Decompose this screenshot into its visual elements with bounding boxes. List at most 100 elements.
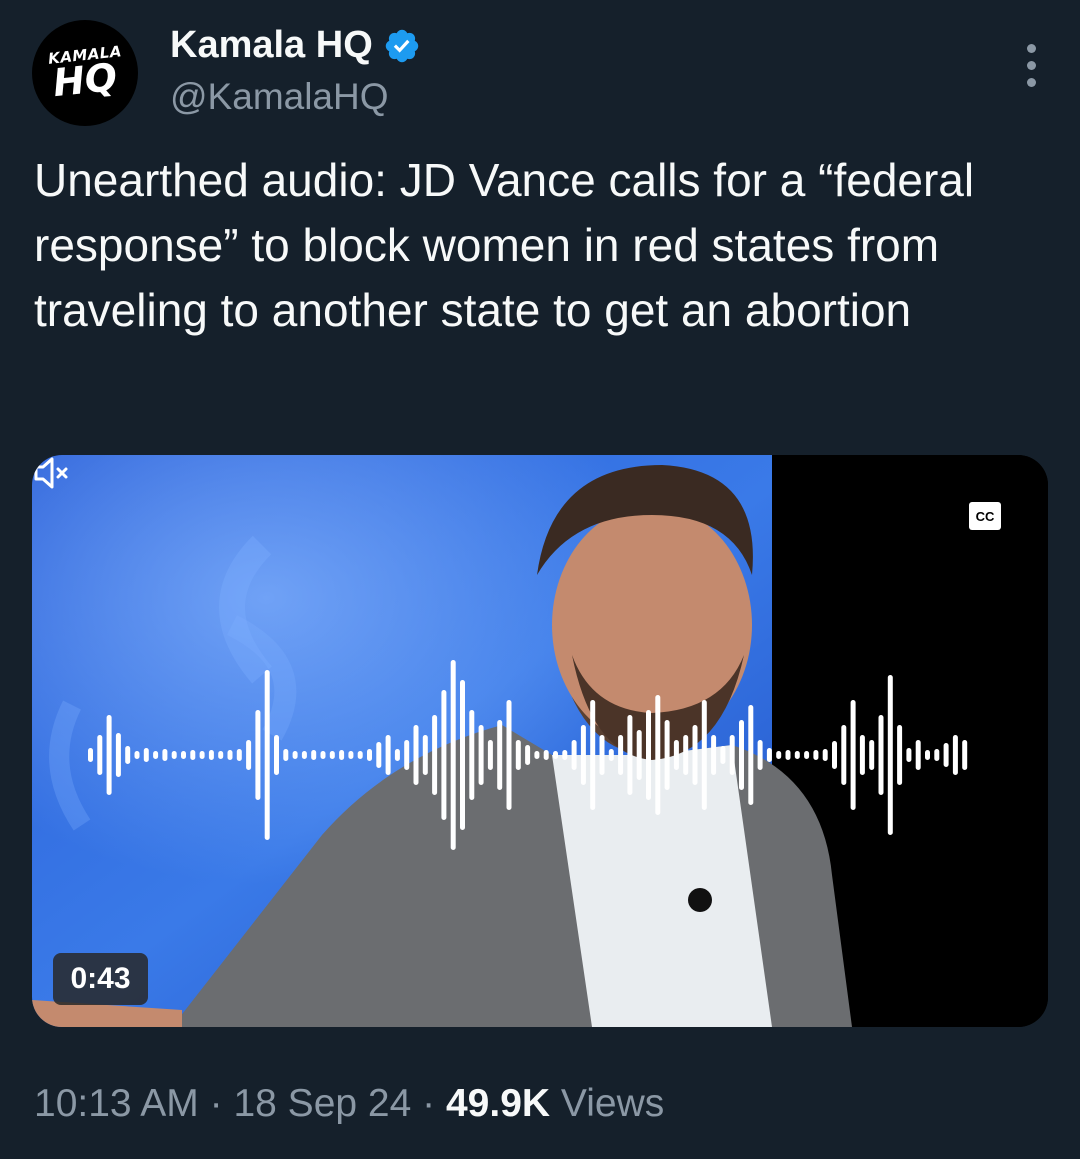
tweet-meta: 10:13 AM · 18 Sep 24 · 49.9K Views bbox=[34, 1082, 664, 1126]
video-duration: 0:43 bbox=[53, 953, 148, 1005]
display-name[interactable]: Kamala HQ bbox=[170, 24, 373, 67]
waveform-bar bbox=[255, 710, 261, 800]
waveform-bar bbox=[906, 748, 912, 762]
tweet-header: KAMALA HQ Kamala HQ @KamalaHQ bbox=[32, 20, 1048, 130]
waveform-bar bbox=[506, 700, 512, 810]
waveform-bar bbox=[404, 740, 410, 770]
waveform-bar bbox=[915, 740, 921, 770]
waveform-bar bbox=[301, 751, 307, 759]
waveform-bar bbox=[711, 735, 717, 775]
waveform-bar bbox=[376, 742, 382, 768]
waveform-bar bbox=[729, 735, 735, 775]
waveform-bar bbox=[553, 751, 558, 759]
waveform-bar bbox=[720, 746, 726, 764]
more-options-icon[interactable] bbox=[1024, 44, 1038, 90]
waveform-bar bbox=[274, 735, 279, 775]
waveform-bar bbox=[878, 715, 884, 795]
waveform-bar bbox=[832, 741, 837, 769]
audio-waveform bbox=[88, 660, 968, 850]
closed-captions-button[interactable]: CC bbox=[969, 502, 1001, 530]
verified-badge-icon bbox=[385, 29, 418, 62]
waveform-bar bbox=[367, 749, 372, 761]
waveform-bar bbox=[106, 715, 112, 795]
waveform-bar bbox=[115, 733, 121, 777]
waveform-bar bbox=[701, 700, 707, 810]
tweet-date[interactable]: 18 Sep 24 bbox=[233, 1082, 411, 1125]
waveform-bar bbox=[357, 751, 363, 759]
waveform-bar bbox=[776, 751, 782, 759]
waveform-bar bbox=[869, 740, 875, 770]
waveform-bar bbox=[804, 751, 810, 759]
name-row: Kamala HQ bbox=[170, 24, 421, 67]
waveform-bar bbox=[143, 748, 149, 762]
waveform-bar bbox=[952, 735, 958, 775]
waveform-bar bbox=[813, 750, 819, 760]
waveform-bar bbox=[757, 740, 763, 770]
waveform-bar bbox=[683, 735, 689, 775]
waveform-bar bbox=[841, 725, 847, 785]
waveform-bar bbox=[432, 715, 438, 795]
waveform-bar bbox=[190, 750, 196, 760]
video-player[interactable]: CC 0:43 bbox=[32, 455, 1048, 1027]
waveform-bar bbox=[887, 675, 893, 835]
waveform-bar bbox=[227, 750, 233, 760]
waveform-bar bbox=[822, 749, 828, 761]
waveform-bar bbox=[850, 700, 856, 810]
waveform-bar bbox=[292, 751, 298, 759]
views-count[interactable]: 49.9K bbox=[446, 1082, 550, 1125]
waveform-bar bbox=[88, 748, 93, 762]
waveform-bar bbox=[673, 740, 679, 770]
waveform-bar bbox=[283, 749, 289, 761]
waveform-bar bbox=[469, 710, 475, 800]
waveform-bar bbox=[394, 749, 400, 761]
avatar-text-large: HQ bbox=[50, 54, 120, 106]
waveform-bar bbox=[218, 751, 224, 759]
tweet-time[interactable]: 10:13 AM bbox=[34, 1082, 199, 1125]
tweet-text: Unearthed audio: JD Vance calls for a “f… bbox=[34, 154, 975, 336]
waveform-bar bbox=[208, 750, 214, 760]
muted-volume-icon[interactable] bbox=[32, 455, 72, 491]
waveform-bar bbox=[599, 735, 605, 775]
waveform-bar bbox=[590, 700, 596, 810]
waveform-bar bbox=[766, 748, 772, 762]
waveform-bar bbox=[487, 740, 493, 770]
waveform-bar bbox=[441, 690, 447, 820]
waveform-bar bbox=[692, 725, 698, 785]
waveform-bar bbox=[246, 740, 252, 770]
waveform-bar bbox=[339, 750, 345, 760]
waveform-bar bbox=[748, 705, 754, 805]
separator: · bbox=[422, 1082, 436, 1125]
waveform-bar bbox=[794, 751, 800, 759]
waveform-bar bbox=[97, 735, 103, 775]
waveform-bar bbox=[580, 725, 586, 785]
waveform-bar bbox=[562, 750, 568, 760]
waveform-bar bbox=[171, 751, 177, 759]
waveform-bar bbox=[943, 743, 949, 767]
waveform-bar bbox=[785, 750, 791, 760]
waveform-bar bbox=[236, 749, 242, 761]
waveform-bar bbox=[534, 751, 540, 759]
waveform-bar bbox=[655, 695, 661, 815]
handle[interactable]: @KamalaHQ bbox=[170, 76, 389, 118]
avatar[interactable]: KAMALA HQ bbox=[32, 20, 138, 126]
waveform-bar bbox=[897, 725, 903, 785]
waveform-bar bbox=[385, 735, 391, 775]
waveform-bar bbox=[739, 720, 744, 790]
separator: · bbox=[209, 1082, 223, 1125]
waveform-bar bbox=[859, 735, 865, 775]
waveform-bar bbox=[525, 745, 531, 765]
waveform-bar bbox=[934, 749, 940, 761]
waveform-bar bbox=[478, 725, 484, 785]
views-label: Views bbox=[560, 1082, 665, 1125]
waveform-bar bbox=[329, 751, 335, 759]
waveform-bar bbox=[571, 740, 577, 770]
waveform-bar bbox=[627, 715, 633, 795]
waveform-bar bbox=[134, 751, 140, 759]
waveform-bar bbox=[311, 750, 317, 760]
waveform-bar bbox=[153, 751, 159, 759]
waveform-bar bbox=[925, 750, 930, 760]
waveform-bar bbox=[543, 750, 549, 760]
waveform-bar bbox=[413, 725, 419, 785]
waveform-bar bbox=[962, 740, 968, 770]
waveform-bar bbox=[646, 710, 651, 800]
